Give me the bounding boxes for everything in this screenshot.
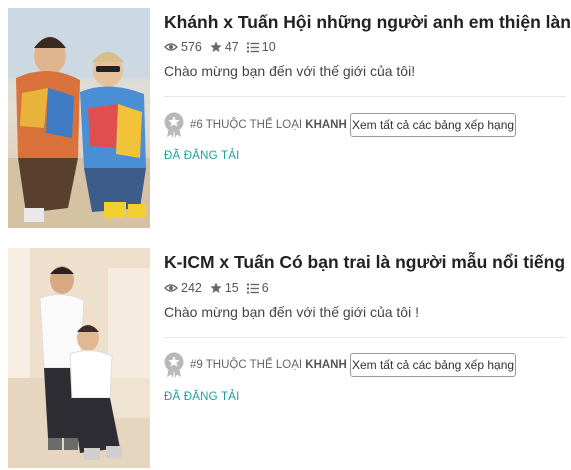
- story-cover-image[interactable]: [8, 8, 150, 228]
- list-icon: [246, 283, 259, 293]
- divider: [164, 96, 566, 97]
- story-description: Chào mừng bạn đến với thế giới của tôi !: [164, 304, 419, 320]
- rank-label: #9 THUỘC THỂ LOẠI KHANH: [190, 359, 347, 371]
- votes-count: 47: [224, 40, 239, 54]
- parts-count: 6: [261, 281, 269, 295]
- ranking-info: #6 THUỘC THỂ LOẠI KHANH: [164, 112, 347, 138]
- published-status: ĐÃ ĐĂNG TẢI: [164, 391, 240, 403]
- view-all-rankings-button[interactable]: Xem tất cả các bảng xếp hạng: [350, 113, 516, 137]
- rank-number: #9: [190, 359, 203, 371]
- star-icon: [210, 282, 222, 293]
- cover-illustration: [8, 8, 150, 228]
- views-count: 576: [181, 40, 202, 54]
- rank-tag[interactable]: KHANH: [305, 119, 347, 131]
- story-stats: 242 15 6: [164, 281, 273, 295]
- parts-stat: 6: [246, 281, 269, 295]
- votes-stat: 15: [210, 281, 239, 295]
- rank-tag[interactable]: KHANH: [305, 359, 347, 371]
- story-title[interactable]: K-ICM x Tuấn Có bạn trai là người mẫu nổ…: [164, 252, 565, 273]
- story-cover-image[interactable]: [8, 248, 150, 468]
- eye-icon: [164, 43, 178, 51]
- view-all-rankings-button[interactable]: Xem tất cả các bảng xếp hạng: [350, 353, 516, 377]
- list-icon: [246, 42, 259, 52]
- story-stats: 576 47 10: [164, 40, 280, 54]
- published-status: ĐÃ ĐĂNG TẢI: [164, 150, 240, 162]
- rank-number: #6: [190, 119, 203, 131]
- star-icon: [210, 41, 222, 52]
- ranking-info: #9 THUỘC THỂ LOẠI KHANH: [164, 352, 347, 378]
- rank-middle: THUỘC THỂ LOẠI: [202, 359, 306, 371]
- rank-label: #6 THUỘC THỂ LOẠI KHANH: [190, 119, 347, 131]
- views-stat: 576: [164, 40, 202, 54]
- story-card: Khánh x Tuấn Hội những người anh em thiệ…: [0, 0, 571, 238]
- cover-illustration: [8, 248, 150, 468]
- parts-stat: 10: [246, 40, 276, 54]
- views-count: 242: [181, 281, 202, 295]
- story-description: Chào mừng bạn đến với thế giới của tôi!: [164, 63, 416, 79]
- eye-icon: [164, 284, 178, 292]
- ribbon-badge-icon: [164, 112, 184, 138]
- story-title[interactable]: Khánh x Tuấn Hội những người anh em thiệ…: [164, 12, 571, 33]
- story-card: K-ICM x Tuấn Có bạn trai là người mẫu nổ…: [0, 238, 571, 470]
- votes-count: 15: [224, 281, 239, 295]
- views-stat: 242: [164, 281, 202, 295]
- divider: [164, 337, 566, 338]
- ribbon-badge-icon: [164, 352, 184, 378]
- votes-stat: 47: [210, 40, 239, 54]
- parts-count: 10: [261, 40, 276, 54]
- rank-middle: THUỘC THỂ LOẠI: [202, 119, 306, 131]
